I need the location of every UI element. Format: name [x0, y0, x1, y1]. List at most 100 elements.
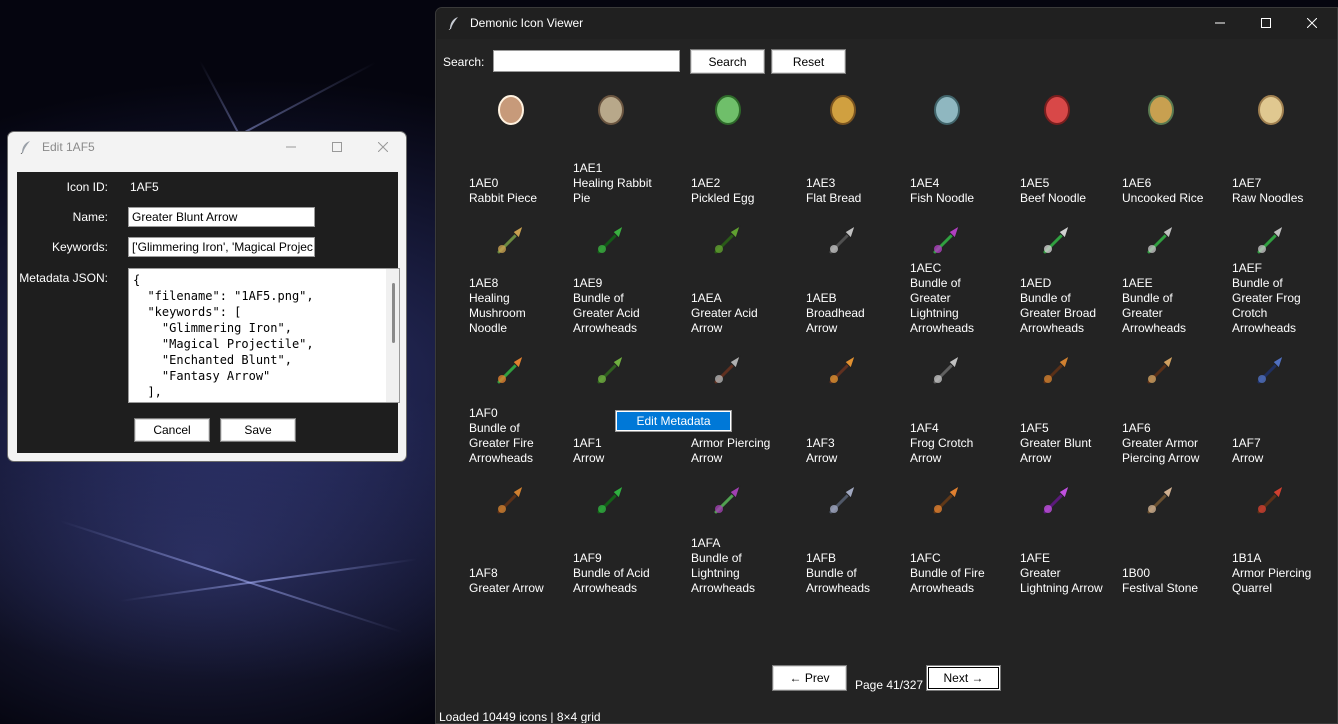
bundle-arrowheads-icon	[829, 484, 856, 514]
egg-icon	[715, 95, 741, 125]
edit-metadata-window: Edit 1AF5 Icon ID: 1AF5 Name: Greater Bl…	[7, 131, 407, 462]
icon-label: 1AE0 Rabbit Piece	[469, 176, 538, 205]
json-scrollbar[interactable]	[386, 269, 399, 402]
icon-label: 1AEB Broadhead Arrow	[806, 291, 865, 335]
minimize-button[interactable]	[268, 132, 314, 162]
context-menu-edit-metadata[interactable]: Edit Metadata	[617, 412, 730, 430]
reset-button[interactable]: Reset	[771, 49, 846, 74]
fish-noodle-icon	[934, 95, 960, 125]
save-button[interactable]: Save	[220, 418, 296, 442]
search-input[interactable]	[493, 50, 680, 72]
noodles-icon	[1258, 95, 1284, 125]
icon-cell[interactable]: 1B1A Armor Piercing Quarrel	[1216, 477, 1326, 602]
icon-label: 1AE1 Healing Rabbit Pie	[573, 161, 652, 205]
wallpaper-streak	[59, 520, 403, 634]
icon-label: 1AEE Bundle of Greater Arrowheads	[1122, 276, 1187, 335]
edit-window-title: Edit 1AF5	[42, 140, 95, 154]
maximize-button[interactable]	[314, 132, 360, 162]
json-scrollbar-thumb[interactable]	[392, 283, 395, 343]
icon-cell[interactable]: 1AF9 Bundle of Acid Arrowheads	[556, 477, 666, 602]
icon-cell[interactable]: 1AEE Bundle of Greater Arrowheads	[1106, 217, 1216, 342]
icon-label: 1AE8 Healing Mushroom Noodle	[469, 276, 526, 335]
icon-id-label: Icon ID:	[66, 180, 108, 194]
icon-cell[interactable]: 1AE4 Fish Noodle	[892, 87, 1002, 212]
metadata-json-textarea[interactable]: { "filename": "1AF5.png", "keywords": [ …	[128, 268, 400, 403]
minimize-icon	[1215, 22, 1225, 24]
icon-cell[interactable]: 1AE8 Healing Mushroom Noodle	[456, 217, 566, 342]
icon-cell[interactable]: 1AF3 Arrow	[788, 347, 898, 472]
icon-cell[interactable]: 1AF0 Bundle of Greater Fire Arrowheads	[456, 347, 566, 472]
icon-cell[interactable]: 1AE9 Bundle of Greater Acid Arrowheads	[556, 217, 666, 342]
icon-cell[interactable]: 1AF7 Arrow	[1216, 347, 1326, 472]
icon-cell[interactable]: 1AF8 Greater Arrow	[456, 477, 566, 602]
icon-label: 1AEC Bundle of Greater Lightning Arrowhe…	[910, 261, 975, 335]
icon-cell[interactable]: 1AFE Greater Lightning Arrow	[1002, 477, 1112, 602]
icon-label: 1AE9 Bundle of Greater Acid Arrowheads	[573, 276, 640, 335]
icon-label: 1AE7 Raw Noodles	[1232, 176, 1304, 205]
lightning-arrow-icon	[1043, 484, 1070, 514]
icon-label: 1AFB Bundle of Arrowheads	[806, 551, 871, 595]
search-button[interactable]: Search	[690, 49, 765, 74]
icon-cell[interactable]: 1AEB Broadhead Arrow	[788, 217, 898, 342]
rice-icon	[1148, 95, 1174, 125]
icon-cell[interactable]: 1AF6 Greater Armor Piercing Arrow	[1106, 347, 1216, 472]
icon-label: 1AF0 Bundle of Greater Fire Arrowheads	[469, 406, 534, 465]
icon-cell[interactable]: 1AE0 Rabbit Piece	[456, 87, 566, 212]
viewer-titlebar[interactable]: Demonic Icon Viewer	[436, 8, 1337, 38]
icon-cell[interactable]: 1AFC Bundle of Fire Arrowheads	[892, 477, 1002, 602]
cancel-button[interactable]: Cancel	[134, 418, 210, 442]
lightning-arrowheads-icon	[933, 224, 960, 254]
drumstick-icon	[498, 95, 524, 125]
icon-label: 1AF1 Arrow	[573, 436, 605, 465]
icon-label: 1AF9 Bundle of Acid Arrowheads	[573, 551, 650, 595]
icon-cell[interactable]: 1AEF Bundle of Greater Frog Crotch Arrow…	[1216, 217, 1326, 342]
viewer-content: Search: Search Reset 1AE0 Rabbit Piece 1A…	[437, 39, 1337, 723]
name-field[interactable]: Greater Blunt Arrow	[128, 207, 315, 227]
close-button[interactable]	[360, 132, 406, 162]
pie-icon	[598, 95, 624, 125]
icon-label: 1AF3 Arrow	[806, 436, 838, 465]
icon-label: 1AFC Bundle of Fire Arrowheads	[910, 551, 985, 595]
close-button[interactable]	[1289, 8, 1335, 38]
icon-label: 1B1A Armor Piercing Quarrel	[1232, 551, 1312, 595]
icon-cell[interactable]: 1AE1 Healing Rabbit Pie	[556, 87, 666, 212]
close-icon	[1307, 18, 1317, 28]
icon-cell[interactable]: 1AEA Greater Acid Arrow	[673, 217, 783, 342]
context-menu: Edit Metadata	[615, 410, 732, 432]
icon-cell[interactable]: 1AF5 Greater Blunt Arrow	[1002, 347, 1112, 472]
minimize-icon	[286, 146, 296, 148]
icon-cell[interactable]: 1AF4 Frog Crotch Arrow	[892, 347, 1002, 472]
icon-label: 1AF4 Frog Crotch Arrow	[910, 421, 974, 465]
beef-noodle-icon	[1044, 95, 1070, 125]
maximize-button[interactable]	[1243, 8, 1289, 38]
icon-label: 1AF7 Arrow	[1232, 436, 1264, 465]
frog-crotch-arrowheads-icon	[1257, 224, 1284, 254]
prev-page-button[interactable]: ← Prev	[772, 665, 847, 691]
icon-cell[interactable]: 1AEC Bundle of Greater Lightning Arrowhe…	[892, 217, 1002, 342]
icon-cell[interactable]: 1AE5 Beef Noodle	[1002, 87, 1112, 212]
feather-icon	[20, 141, 30, 154]
icon-label: 1AE3 Flat Bread	[806, 176, 862, 205]
icon-cell[interactable]: 1AFA Bundle of Lightning Arrowheads	[673, 477, 783, 602]
icon-cell[interactable]: 1AE7 Raw Noodles	[1216, 87, 1326, 212]
icon-cell[interactable]: 1AED Bundle of Greater Broad Arrowheads	[1002, 217, 1112, 342]
bundle-lightning-arrowheads-icon	[714, 484, 741, 514]
icon-label: 1B00 Festival Stone	[1122, 566, 1199, 595]
icon-label: 1AE4 Fish Noodle	[910, 176, 975, 205]
bread-icon	[830, 95, 856, 125]
maximize-icon	[332, 142, 342, 152]
icon-cell[interactable]: 1AFB Bundle of Arrowheads	[788, 477, 898, 602]
fire-arrow-icon	[829, 354, 856, 384]
next-page-button[interactable]: Next →	[926, 665, 1001, 691]
icon-cell[interactable]: 1AE6 Uncooked Rice	[1106, 87, 1216, 212]
mushroom-noodle-icon	[497, 224, 524, 254]
arrowheads-icon	[1147, 224, 1174, 254]
icon-viewer-window: Demonic Icon Viewer Search: Search Reset…	[435, 7, 1338, 724]
edit-window-titlebar[interactable]: Edit 1AF5	[8, 132, 406, 162]
minimize-button[interactable]	[1197, 8, 1243, 38]
keywords-field[interactable]: ['Glimmering Iron', 'Magical Projec	[128, 237, 315, 257]
icon-cell[interactable]: 1AE2 Pickled Egg	[673, 87, 783, 212]
icon-label: 1AFA Bundle of Lightning Arrowheads	[691, 536, 756, 595]
icon-cell[interactable]: 1AE3 Flat Bread	[788, 87, 898, 212]
icon-cell[interactable]: 1B00 Festival Stone	[1106, 477, 1216, 602]
